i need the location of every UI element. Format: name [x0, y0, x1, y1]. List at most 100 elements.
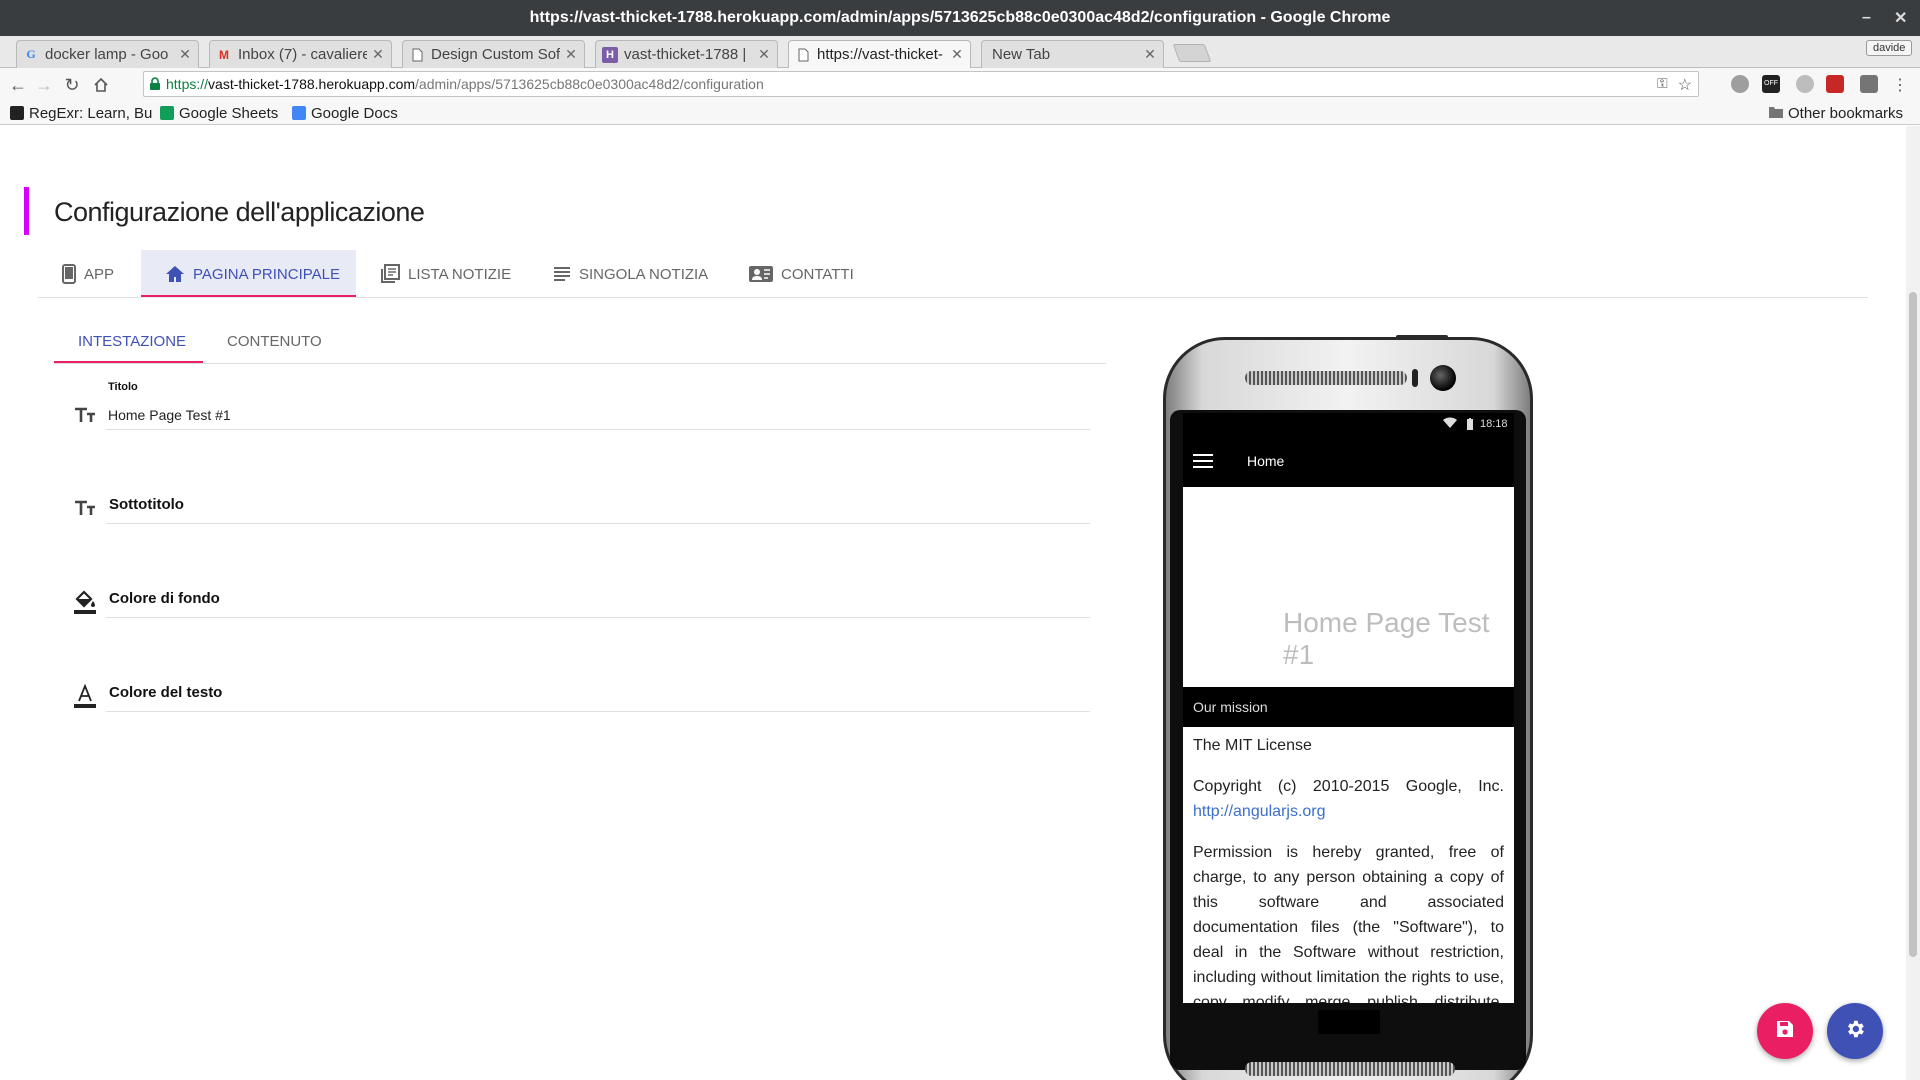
bookmark-label: Google Docs — [311, 104, 398, 122]
text-size-icon — [70, 400, 100, 430]
bookmark-regexr[interactable]: RegExr: Learn, Bu — [10, 103, 152, 123]
title-accent-bar — [24, 187, 29, 235]
colore-di-fondo-picker[interactable]: Colore di fondo — [109, 590, 220, 607]
tab-lista-notizie[interactable]: LISTA NOTIZIE — [356, 250, 535, 298]
lock-icon — [144, 77, 166, 91]
browser-tab[interactable]: Design Custom Soft ✕ — [402, 40, 585, 68]
contact-card-icon — [749, 265, 773, 283]
tab-close-icon[interactable]: ✕ — [757, 46, 771, 63]
save-button[interactable] — [1757, 1003, 1813, 1059]
tab-close-icon[interactable]: ✕ — [950, 46, 964, 63]
extension-icon[interactable] — [1731, 75, 1749, 93]
titolo-label: Titolo — [108, 381, 138, 393]
sub-tabs: INTESTAZIONE CONTENUTO — [54, 318, 1106, 364]
close-window-icon[interactable]: ✕ — [1894, 0, 1907, 36]
gmail-icon: M — [219, 47, 229, 62]
browser-window: https://vast-thicket-1788.herokuapp.com/… — [0, 0, 1920, 1080]
tab-label: LISTA NOTIZIE — [408, 265, 512, 283]
page-icon — [795, 47, 811, 63]
copyright-paragraph: Copyright (c) 2010-2015 Google, Inc. htt… — [1193, 774, 1504, 824]
subject-icon — [553, 266, 571, 282]
browser-tab-active[interactable]: https://vast-thicket- ✕ — [788, 40, 971, 68]
menu-icon[interactable]: ⋮ — [1888, 73, 1912, 97]
browser-tab[interactable]: G docker lamp - Goo ✕ — [16, 40, 199, 68]
tab-label: Inbox (7) - cavaliere — [238, 46, 367, 63]
phone-app-title: Home — [1247, 453, 1285, 469]
scrollbar-thumb[interactable] — [1909, 292, 1917, 957]
profile-button[interactable]: davide — [1866, 40, 1913, 56]
phone-top-speaker — [1245, 371, 1407, 385]
phone-app-bar: Home — [1183, 437, 1514, 487]
colore-del-testo-underline — [106, 711, 1090, 712]
angularjs-link[interactable]: http://angularjs.org — [1193, 803, 1326, 820]
sub-tab-indicator — [54, 361, 203, 363]
bookmark-label: Google Sheets — [179, 104, 279, 122]
hamburger-menu-icon[interactable] — [1193, 453, 1213, 472]
sottotitolo-input[interactable]: Sottotitolo — [109, 496, 184, 513]
tab-app[interactable]: APP — [38, 250, 138, 298]
tab-label: vast-thicket-1788 | — [624, 46, 747, 63]
google-icon: G — [26, 47, 36, 61]
tab-contenuto[interactable]: CONTENUTO — [203, 318, 346, 364]
tab-close-icon[interactable]: ✕ — [371, 46, 385, 63]
forward-icon[interactable]: → — [32, 73, 56, 97]
tab-close-icon[interactable]: ✕ — [564, 46, 578, 63]
fill-color-icon — [70, 587, 100, 617]
library-books-icon — [380, 264, 400, 284]
tab-singola-notizia[interactable]: SINGOLA NOTIZIA — [529, 250, 732, 298]
bookmark-google-docs[interactable]: Google Docs — [292, 103, 398, 123]
save-icon — [1776, 1020, 1794, 1043]
extension-off-icon[interactable]: OFF — [1762, 75, 1780, 93]
browser-tab[interactable]: M Inbox (7) - cavaliere ✕ — [209, 40, 392, 68]
colore-del-testo-picker[interactable]: Colore del testo — [109, 684, 222, 701]
extension-icon[interactable] — [1796, 75, 1814, 93]
phone-camera — [1430, 365, 1456, 391]
heroku-icon: H — [602, 46, 618, 63]
minimize-icon[interactable]: – — [1862, 0, 1871, 36]
extension-icon[interactable] — [1860, 75, 1878, 93]
license-title: The MIT License — [1193, 737, 1312, 754]
page-scrollbar[interactable] — [1906, 126, 1920, 1080]
phone-sensor — [1412, 369, 1418, 387]
tab-label: docker lamp - Goo — [45, 46, 169, 63]
back-icon[interactable]: ← — [6, 73, 30, 97]
tab-close-icon[interactable]: ✕ — [1143, 46, 1157, 63]
tab-label: https://vast-thicket- — [817, 46, 943, 63]
tab-label: CONTATTI — [781, 265, 854, 283]
tab-contatti[interactable]: CONTATTI — [725, 250, 878, 298]
browser-tab[interactable]: New Tab ✕ — [981, 40, 1164, 68]
tab-label: SINGOLA NOTIZIA — [579, 265, 709, 283]
tab-strip: G docker lamp - Goo ✕ M Inbox (7) - cava… — [0, 36, 1920, 68]
extension-icon[interactable] — [1826, 75, 1844, 93]
tab-label: PAGINA PRINCIPALE — [193, 265, 340, 283]
phone-bottom-speaker — [1245, 1062, 1455, 1076]
browser-tab[interactable]: H vast-thicket-1788 | ✕ — [595, 40, 778, 68]
phone-status-bar: 18:18 — [1183, 413, 1514, 437]
tab-intestazione[interactable]: INTESTAZIONE — [54, 318, 210, 364]
settings-button[interactable] — [1827, 1003, 1883, 1059]
new-tab-button[interactable] — [1172, 44, 1212, 62]
permission-paragraph: Permission is hereby granted, free of ch… — [1193, 844, 1504, 1003]
docs-icon — [292, 106, 306, 120]
tab-close-icon[interactable]: ✕ — [178, 46, 192, 63]
sheets-icon — [160, 106, 174, 120]
key-icon[interactable]: ⚿ — [1657, 75, 1668, 95]
page-icon — [409, 47, 425, 63]
url-scheme: https:// — [166, 76, 209, 92]
bookmark-google-sheets[interactable]: Google Sheets — [160, 103, 278, 123]
text-color-icon — [70, 681, 100, 711]
address-bar[interactable]: https://vast-thicket-1788.herokuapp.com /… — [143, 71, 1699, 97]
star-icon[interactable]: ☆ — [1678, 75, 1692, 95]
other-bookmarks[interactable]: Other bookmarks — [1769, 103, 1903, 123]
reload-icon[interactable]: ↻ — [60, 73, 84, 97]
titolo-input[interactable]: Home Page Test #1 — [108, 407, 231, 423]
home-icon[interactable] — [89, 73, 113, 97]
text-size-icon — [70, 493, 100, 523]
phone-icon — [62, 264, 76, 284]
url-host: vast-thicket-1788.herokuapp.com — [208, 76, 416, 92]
tab-label: Design Custom Soft — [431, 46, 560, 63]
tab-pagina-principale[interactable]: PAGINA PRINCIPALE — [141, 250, 356, 298]
url-path: /admin/apps/5713625cb88c0e0300ac48d2/con… — [415, 76, 764, 92]
copyright-text: Copyright (c) 2010-2015 Google, Inc. — [1193, 778, 1504, 795]
bookmark-label: RegExr: Learn, Bu — [29, 104, 153, 122]
